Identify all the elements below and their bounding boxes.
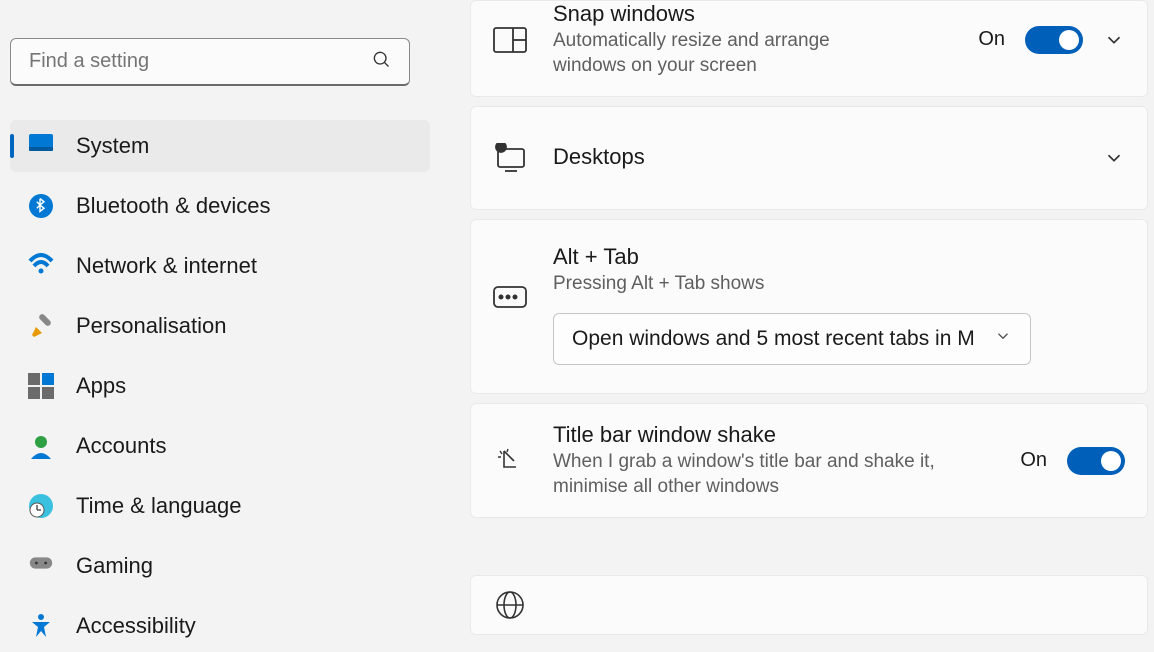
nav-item-network[interactable]: Network & internet: [10, 240, 430, 292]
nav-label: Apps: [76, 373, 126, 399]
system-icon: [28, 133, 54, 159]
gaming-icon: [28, 553, 54, 579]
card-subtitle: Automatically resize and arrange windows…: [553, 29, 893, 78]
search-input[interactable]: [29, 50, 371, 73]
card-help[interactable]: [470, 575, 1148, 635]
chevron-down-icon[interactable]: [1103, 29, 1125, 51]
nav: System Bluetooth & devices Network & int…: [10, 120, 430, 652]
nav-label: Accessibility: [76, 613, 196, 639]
bluetooth-icon: [28, 193, 54, 219]
nav-item-accounts[interactable]: Accounts: [10, 420, 430, 472]
nav-item-bluetooth[interactable]: Bluetooth & devices: [10, 180, 430, 232]
search-box[interactable]: [10, 38, 410, 86]
snap-toggle[interactable]: [1025, 26, 1083, 54]
accessibility-icon: [28, 613, 54, 639]
desktops-icon: +: [493, 141, 527, 175]
card-alt-tab: Alt + Tab Pressing Alt + Tab shows Open …: [470, 219, 1148, 394]
toggle-state: On: [1020, 449, 1047, 472]
card-title-bar-shake[interactable]: Title bar window shake When I grab a win…: [470, 403, 1148, 518]
search-icon: [371, 49, 391, 74]
alttab-dropdown[interactable]: Open windows and 5 most recent tabs in M: [553, 313, 1031, 365]
nav-label: Time & language: [76, 493, 242, 519]
card-title: Snap windows: [553, 1, 966, 27]
card-desktops[interactable]: + Desktops: [470, 106, 1148, 210]
nav-item-apps[interactable]: Apps: [10, 360, 430, 412]
card-subtitle: When I grab a window's title bar and sha…: [553, 450, 973, 499]
nav-item-time[interactable]: Time & language: [10, 480, 430, 532]
nav-label: Personalisation: [76, 313, 226, 339]
sidebar: System Bluetooth & devices Network & int…: [0, 0, 440, 650]
wifi-icon: [28, 253, 54, 279]
time-icon: [28, 493, 54, 519]
nav-item-accessibility[interactable]: Accessibility: [10, 600, 430, 652]
nav-label: Bluetooth & devices: [76, 193, 270, 219]
nav-label: Gaming: [76, 553, 153, 579]
chevron-down-icon[interactable]: [1103, 147, 1125, 169]
shake-icon: [493, 444, 527, 478]
card-title: Title bar window shake: [553, 422, 1008, 448]
nav-item-personalisation[interactable]: Personalisation: [10, 300, 430, 352]
svg-text:+: +: [499, 145, 503, 152]
accounts-icon: [28, 433, 54, 459]
nav-label: Network & internet: [76, 253, 257, 279]
card-subtitle: Pressing Alt + Tab shows: [553, 272, 1125, 297]
dropdown-value: Open windows and 5 most recent tabs in M: [572, 327, 975, 351]
apps-icon: [28, 373, 54, 399]
nav-item-gaming[interactable]: Gaming: [10, 540, 430, 592]
globe-icon: [493, 588, 527, 622]
nav-label: System: [76, 133, 149, 159]
alttab-icon: [493, 280, 527, 314]
card-title: Desktops: [553, 144, 1091, 170]
toggle-state: On: [978, 28, 1005, 51]
card-title: Alt + Tab: [553, 244, 1125, 270]
shake-toggle[interactable]: [1067, 447, 1125, 475]
content: Snap windows Automatically resize and ar…: [440, 0, 1154, 650]
nav-item-system[interactable]: System: [10, 120, 430, 172]
snap-icon: [493, 23, 527, 57]
nav-label: Accounts: [76, 433, 167, 459]
paintbrush-icon: [28, 313, 54, 339]
chevron-down-icon: [994, 327, 1012, 351]
card-snap-windows[interactable]: Snap windows Automatically resize and ar…: [470, 0, 1148, 97]
